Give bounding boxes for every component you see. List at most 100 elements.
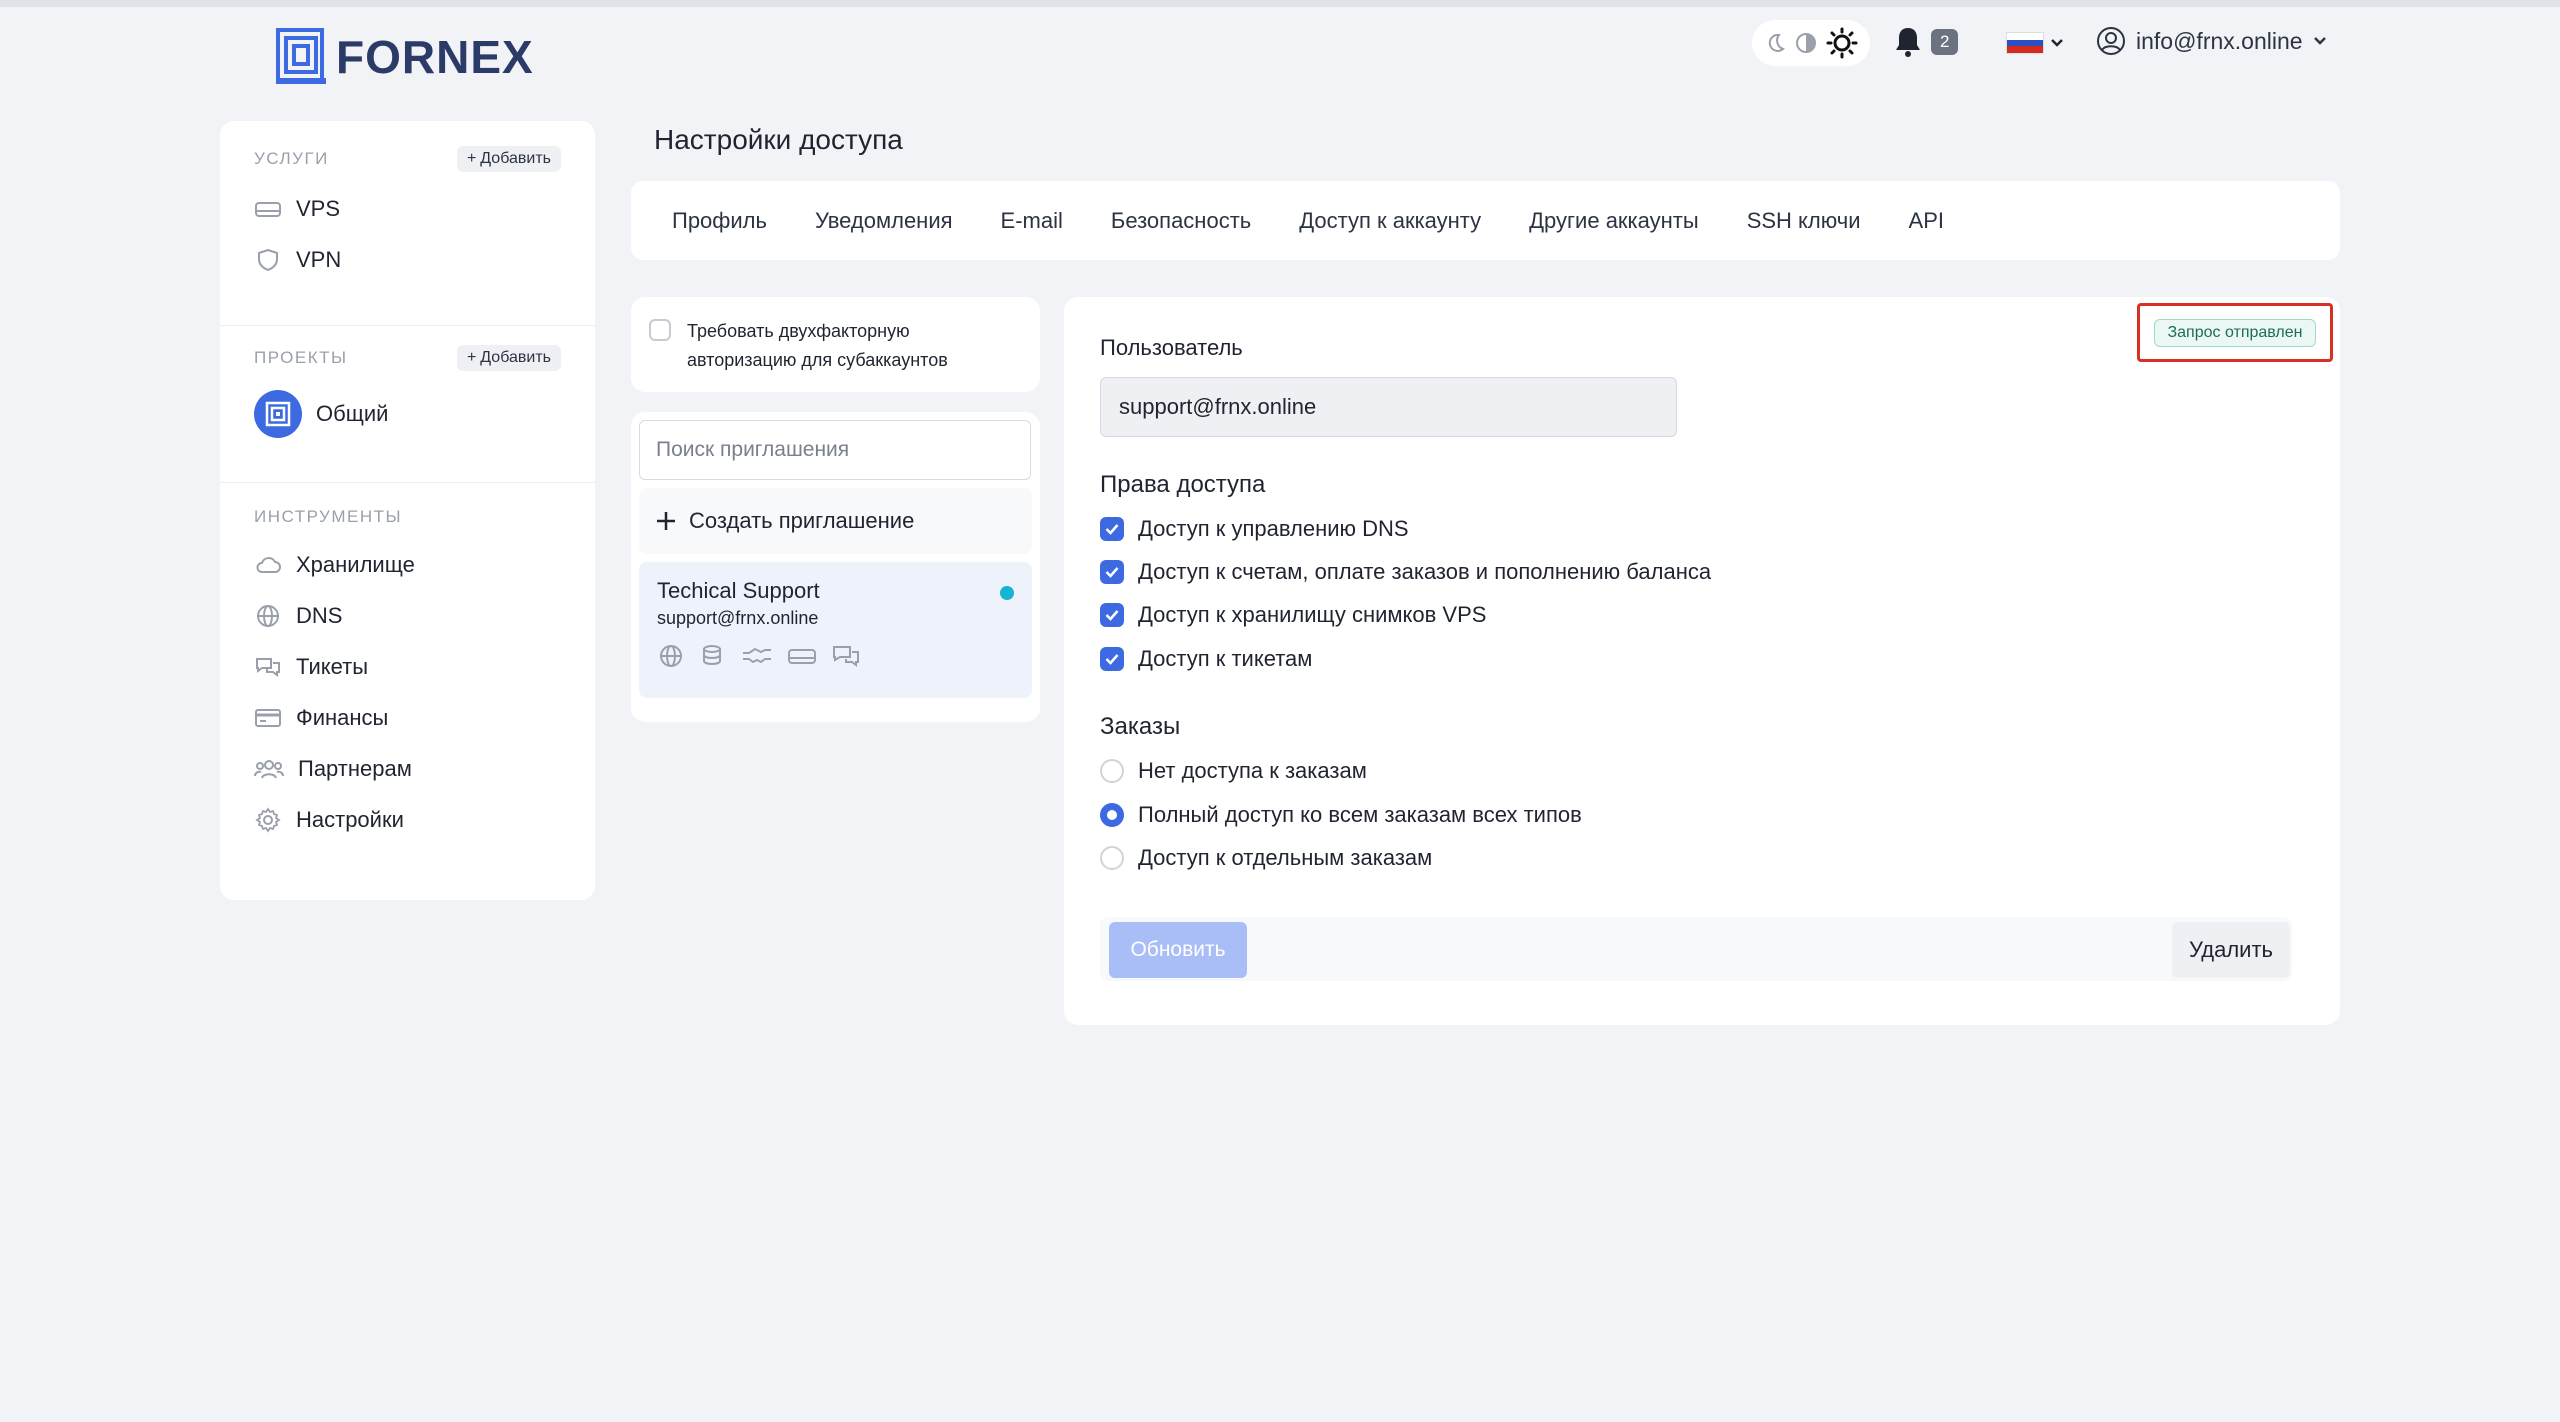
cloud-icon [256, 556, 281, 573]
invite-name: Techical Support [657, 578, 820, 603]
invite-list-item[interactable]: Techical Support support@frnx.online [639, 562, 1032, 698]
chat-icon [256, 657, 280, 677]
create-invite-button[interactable]: Создать приглашение [639, 488, 1032, 554]
access-form: Запрос отправлен Пользователь support@fr… [1064, 297, 2340, 1025]
orders-none[interactable]: Нет доступа к заказам [1100, 758, 1367, 784]
plus-icon: + [466, 150, 477, 167]
tab-profile[interactable]: Профиль [672, 208, 767, 234]
user-circle-icon [2097, 27, 2125, 55]
sidebar-item-label: VPN [296, 246, 342, 272]
coins-icon [703, 645, 721, 666]
tab-api[interactable]: API [1909, 208, 1944, 234]
sidebar-item-dns[interactable]: DNS [254, 590, 561, 641]
sidebar-item-label: DNS [296, 602, 343, 628]
tab-ssh-keys[interactable]: SSH ключи [1747, 208, 1861, 234]
sun-icon[interactable] [1826, 27, 1858, 59]
sidebar-item-tickets[interactable]: Тикеты [254, 641, 561, 692]
notifications-count: 2 [1931, 29, 1959, 55]
user-email-field[interactable]: support@frnx.online [1100, 377, 1677, 437]
sidebar-item-partners[interactable]: Партнерам [254, 743, 561, 794]
check-icon [1105, 567, 1119, 578]
checkbox-checked[interactable] [1100, 603, 1124, 627]
radio-unselected[interactable] [1100, 846, 1124, 870]
theme-switch[interactable] [1752, 20, 1870, 66]
plus-icon [657, 512, 675, 530]
card-icon [255, 708, 281, 727]
chat-icon [833, 646, 859, 667]
orders-specific[interactable]: Доступ к отдельным заказам [1100, 845, 1432, 871]
add-service-button[interactable]: + Добавить [456, 146, 561, 172]
bell-icon [1896, 28, 1920, 57]
checkbox-checked[interactable] [1100, 560, 1124, 584]
page-title: Настройки доступа [654, 124, 903, 155]
tab-other-accounts[interactable]: Другие аккаунты [1529, 208, 1699, 234]
logo-text: FORNEX [336, 31, 534, 83]
right-dns[interactable]: Доступ к управлению DNS [1100, 516, 1409, 542]
tab-notifications[interactable]: Уведомления [815, 208, 953, 234]
action-bar [1100, 917, 2292, 981]
sidebar-item-storage[interactable]: Хранилище [254, 539, 561, 590]
right-tickets[interactable]: Доступ к тикетам [1100, 646, 1312, 672]
invite-permission-icons [657, 643, 1014, 669]
gear-icon [255, 806, 281, 833]
sidebar-item-label: Настройки [296, 806, 404, 832]
server-icon [788, 649, 816, 664]
twofa-checkbox[interactable] [649, 319, 671, 341]
update-button[interactable]: Обновить [1109, 922, 1247, 978]
orders-title: Заказы [1100, 713, 1181, 740]
user-field-label: Пользователь [1100, 335, 1243, 360]
add-project-button[interactable]: + Добавить [456, 345, 561, 371]
twofa-requirement: Требовать двухфакторную авторизацию для … [631, 297, 1040, 392]
ru-flag-icon [2006, 32, 2044, 54]
tab-security[interactable]: Безопасность [1111, 208, 1251, 234]
right-billing[interactable]: Доступ к счетам, оплате заказов и пополн… [1100, 559, 1711, 585]
orders-full[interactable]: Полный доступ ко всем заказам всех типов [1100, 802, 1582, 828]
check-icon [1105, 610, 1119, 621]
auto-theme-icon[interactable] [1795, 32, 1817, 54]
sidebar-item-label: Финансы [296, 704, 389, 730]
tools-section: ИНСТРУМЕНТЫ Хранилище DNS Тикеты Финансы… [254, 503, 561, 845]
delete-button[interactable]: Удалить [2172, 922, 2290, 978]
sidebar-item-settings[interactable]: Настройки [254, 794, 561, 845]
language-selector[interactable] [2006, 32, 2064, 54]
user-menu[interactable]: info@frnx.online [2096, 26, 2327, 56]
sidebar-item-label: Хранилище [296, 551, 415, 577]
globe-icon [257, 604, 279, 627]
notifications-button[interactable]: 2 [1893, 26, 1959, 58]
sidebar-item-label: Тикеты [296, 653, 369, 679]
radio-selected[interactable] [1100, 803, 1124, 827]
fornex-logo[interactable]: FORNEX [276, 28, 534, 86]
user-email: info@frnx.online [2136, 27, 2303, 54]
sidebar-item-vpn[interactable]: VPN [254, 234, 561, 285]
services-title: УСЛУГИ [254, 149, 329, 168]
tools-title: ИНСТРУМЕНТЫ [254, 507, 403, 526]
project-logo-icon [254, 390, 302, 438]
users-icon [254, 759, 284, 778]
right-vps-snapshots[interactable]: Доступ к хранилищу снимков VPS [1100, 602, 1486, 628]
sidebar-item-project-general[interactable]: Общий [254, 386, 561, 442]
sidebar-item-finance[interactable]: Финансы [254, 692, 561, 743]
sidebar-item-vps[interactable]: VPS [254, 183, 561, 234]
logo-icon [276, 28, 326, 84]
handshake-icon [743, 647, 771, 664]
tab-email[interactable]: E-mail [1001, 208, 1063, 234]
checkbox-checked[interactable] [1100, 517, 1124, 541]
invites-panel: Поиск приглашения Создать приглашение Te… [631, 412, 1040, 722]
settings-tabs: Профиль Уведомления E-mail Безопасность … [631, 181, 2340, 260]
status-highlight: Запрос отправлен [2137, 303, 2333, 362]
check-icon [1105, 524, 1119, 535]
tab-account-access[interactable]: Доступ к аккаунту [1299, 208, 1481, 234]
chevron-down-icon [2051, 39, 2063, 47]
moon-icon[interactable] [1764, 32, 1786, 54]
status-badge: Запрос отправлен [2154, 318, 2316, 347]
checkbox-checked[interactable] [1100, 647, 1124, 671]
check-icon [1105, 654, 1119, 665]
sidebar-item-label: Общий [316, 401, 389, 426]
plus-icon: + [466, 349, 477, 366]
shield-icon [258, 248, 278, 271]
server-icon [255, 201, 281, 217]
globe-icon [660, 645, 682, 667]
sidebar: УСЛУГИ + Добавить VPS VPN ПРОЕКТЫ + Добав… [220, 121, 595, 900]
invite-search-input[interactable]: Поиск приглашения [639, 420, 1031, 480]
radio-unselected[interactable] [1100, 759, 1124, 783]
